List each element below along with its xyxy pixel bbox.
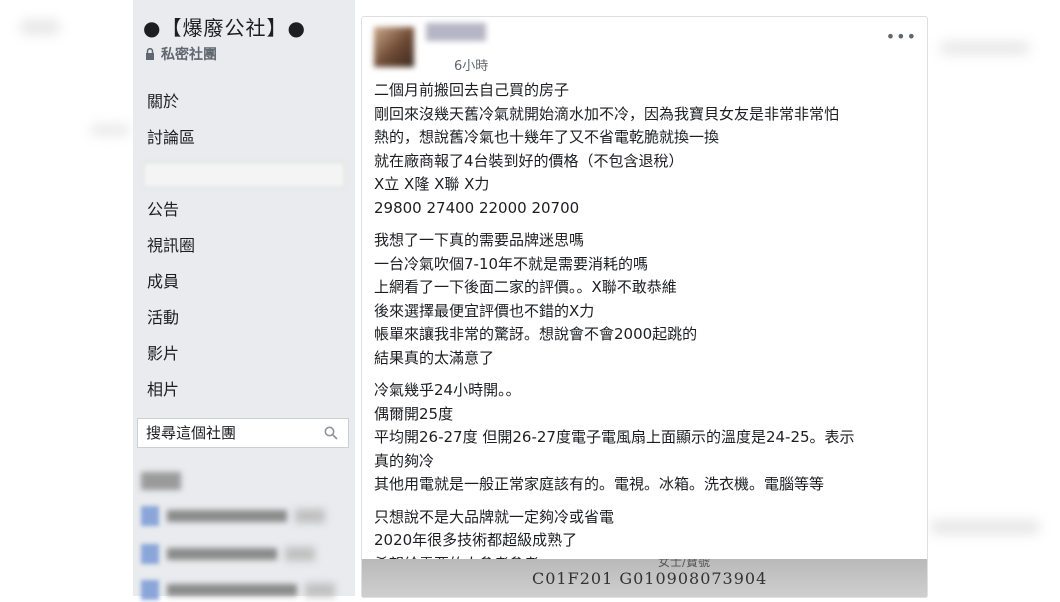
post-timestamp[interactable]: 6小時 <box>454 55 488 74</box>
blurred-shortcut-row[interactable] <box>141 542 315 566</box>
post-line: 真的夠冷 <box>374 451 435 470</box>
nav-item-about[interactable]: 關於 <box>133 84 355 120</box>
post-line: 就在廠商報了4台裝到好的價格（不包含退稅） <box>374 151 684 170</box>
blurred-label <box>285 547 315 561</box>
blurred-section-heading <box>141 472 181 490</box>
lock-icon <box>146 48 154 60</box>
post-paragraph: 二個月前搬回去自己買的房子 剛回來沒幾天舊冷氣就開始滴水加不冷，因為我寶貝女友是… <box>374 79 919 220</box>
blurred-label <box>295 509 325 523</box>
post-line: 剛回來沒幾天舊冷氣就開始滴水加不冷，因為我寶貝女友是非常非常怕 <box>374 104 840 123</box>
post-photo-receipt[interactable]: 女士/寶號 C01F201 G010908073904 <box>362 559 927 597</box>
nav-item-videos[interactable]: 影片 <box>133 336 355 372</box>
nav-item-photos[interactable]: 相片 <box>133 372 355 408</box>
post-line: 我想了一下真的需要品牌迷思嗎 <box>374 231 585 249</box>
post-line: 二個月前搬回去自己買的房子 <box>374 81 570 99</box>
post-line: 其他用電就是一般正常家庭該有的。電視。冰箱。洗衣機。電腦等等 <box>374 475 825 493</box>
post-line: 結果真的太滿意了 <box>374 348 495 367</box>
blurred-icon <box>141 544 159 564</box>
post-line: 2020年很多技術都超級成熟了 <box>374 531 578 549</box>
group-title[interactable]: ●【爆廢公社】● <box>143 12 306 41</box>
blurred-icon <box>141 506 159 526</box>
blurred-background-left <box>20 20 60 34</box>
blurred-icon <box>141 580 159 600</box>
post-line: 平均開26-27度 但開26-27度電子電風扇上面顯示的溫度是24-25。表示 <box>374 428 855 446</box>
post-line: 上網看了一下後面二家的評價。。X聯不敢恭維 <box>374 278 677 296</box>
post-line: 帳單來讓我非常的驚訝。想說會不會2000起跳的 <box>374 325 698 343</box>
search-icon[interactable] <box>324 426 338 440</box>
group-sidebar: ●【爆廢公社】● 私密社團 關於 討論區 公告 視訊圈 成員 活動 影片 相片 <box>133 0 355 600</box>
more-options-icon[interactable]: ••• <box>886 27 917 46</box>
nav-item-members[interactable]: 成員 <box>133 264 355 300</box>
search-input[interactable] <box>138 423 318 443</box>
post-line: 一台冷氣吹個7-10年不就是需要消耗的嗎 <box>374 254 649 273</box>
post-paragraph: 我想了一下真的需要品牌迷思嗎 一台冷氣吹個7-10年不就是需要消耗的嗎 上網看了… <box>374 229 919 370</box>
nav-item-blurred[interactable] <box>133 156 355 192</box>
blurred-content <box>143 162 345 188</box>
group-privacy: 私密社團 <box>145 44 217 64</box>
receipt-number-text: C01F201 G010908073904 <box>532 569 768 588</box>
nav-item-discussion[interactable]: 討論區 <box>133 120 355 156</box>
blurred-background-right <box>940 42 1030 54</box>
nav-item-video-room[interactable]: 視訊圈 <box>133 228 355 264</box>
blurred-shortcut-row[interactable] <box>141 504 325 528</box>
blurred-background-right <box>930 520 1040 534</box>
post-line: 熱的，想說舊冷氣也十幾年了又不省電乾脆就換一換 <box>374 128 720 146</box>
blurred-label <box>167 510 287 522</box>
post-paragraph: 冷氣幾乎24小時開。。 偶爾開25度 平均開26-27度 但開26-27度電子電… <box>374 379 919 497</box>
author-name-blurred[interactable] <box>426 23 486 41</box>
post-card: 6小時 ••• 二個月前搬回去自己買的房子 剛回來沒幾天舊冷氣就開始滴水加不冷，… <box>361 16 928 598</box>
post-line: 偶爾開25度 <box>374 404 454 423</box>
blurred-background-left <box>90 125 130 135</box>
privacy-label: 私密社團 <box>161 47 217 63</box>
post-line: 只想說不是大品牌就一定夠冷或省電 <box>374 507 615 526</box>
group-nav: 關於 討論區 公告 視訊圈 成員 活動 影片 相片 <box>133 84 355 408</box>
post-line: 後來選擇最便宜評價也不錯的X力 <box>374 301 595 320</box>
post-line: X立 X隆 X聯 X力 <box>374 175 490 193</box>
nav-item-announcements[interactable]: 公告 <box>133 192 355 228</box>
group-search <box>137 418 349 448</box>
post-body: 二個月前搬回去自己買的房子 剛回來沒幾天舊冷氣就開始滴水加不冷，因為我寶貝女友是… <box>374 79 919 585</box>
nav-item-events[interactable]: 活動 <box>133 300 355 336</box>
blurred-label <box>305 583 335 597</box>
post-line: 29800 27400 22000 20700 <box>374 198 580 217</box>
blurred-label <box>167 548 277 560</box>
author-avatar[interactable] <box>374 27 414 67</box>
blurred-label <box>167 584 297 596</box>
blurred-shortcut-row[interactable] <box>141 578 335 602</box>
post-line: 冷氣幾乎24小時開。。 <box>374 381 521 399</box>
